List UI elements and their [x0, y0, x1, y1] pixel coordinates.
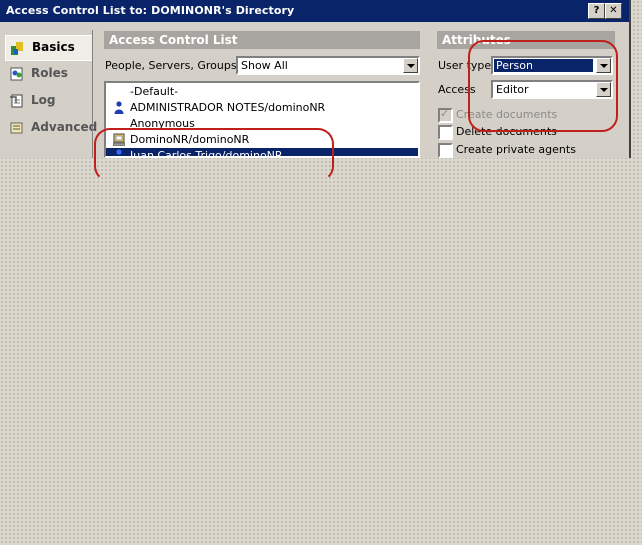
sidebar-item-advanced[interactable]: Advanced: [5, 116, 97, 140]
sidebar-item-label: Basics: [32, 40, 75, 54]
sidebar: Basics Roles Log Advanced: [5, 30, 97, 158]
create-documents-checkbox[interactable]: [438, 107, 453, 123]
window-title: Access Control List to: DOMINONR's Direc…: [6, 4, 295, 17]
sidebar-item-log[interactable]: Log: [5, 89, 91, 113]
sidebar-item-label: Roles: [31, 66, 68, 80]
delete-documents-checkbox[interactable]: [438, 125, 453, 140]
entry-name: -Default-: [130, 85, 179, 98]
sidebar-item-label: Advanced: [31, 120, 98, 134]
chevron-down-icon[interactable]: [403, 58, 418, 73]
acl-heading: Access Control List: [104, 31, 420, 49]
sidebar-item-basics[interactable]: Basics: [5, 35, 92, 61]
annotation-circle-attributes: [468, 40, 618, 132]
filter-select[interactable]: Show All: [236, 56, 420, 75]
roles-icon: [10, 67, 23, 81]
sidebar-item-label: Log: [31, 93, 56, 107]
create-private-agents-label: Create private agents: [456, 143, 576, 156]
sidebar-item-roles[interactable]: Roles: [5, 62, 91, 86]
filter-label: People, Servers, Groups: [105, 59, 237, 72]
create-private-agents-checkbox[interactable]: [438, 143, 453, 158]
log-icon: [10, 94, 23, 108]
title-bar: Access Control List to: DOMINONR's Direc…: [0, 0, 629, 22]
entry-name: ADMINISTRADOR NOTES/dominoNR: [130, 101, 326, 114]
basics-icon: [11, 42, 23, 55]
advanced-icon: [10, 122, 23, 134]
annotation-circle-entries: [94, 128, 334, 182]
filter-select-value: Show All: [241, 59, 288, 72]
close-button[interactable]: ✕: [605, 3, 622, 19]
sidebar-divider: [92, 30, 93, 158]
list-item[interactable]: ADMINISTRADOR NOTES/dominoNR: [106, 100, 418, 116]
help-button[interactable]: ?: [588, 3, 605, 19]
list-item[interactable]: -Default-: [106, 84, 418, 100]
person-icon: [114, 101, 124, 114]
